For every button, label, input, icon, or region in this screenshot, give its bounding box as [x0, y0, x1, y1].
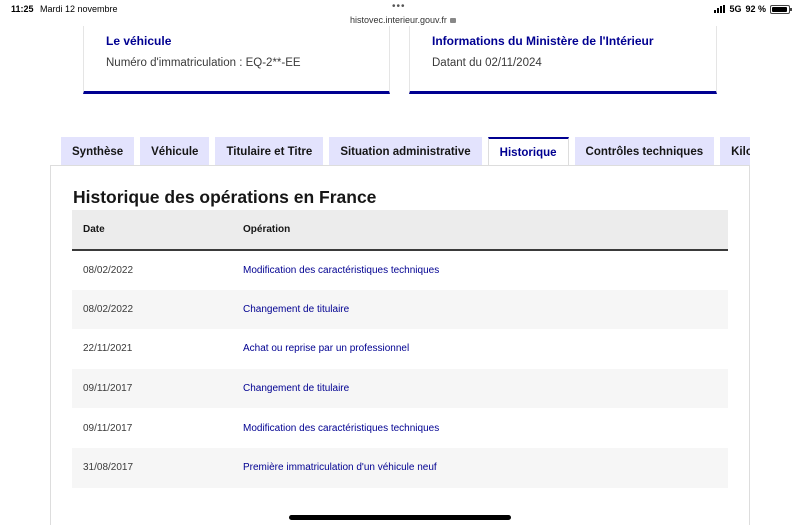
table-row: 08/02/2022 Changement de titulaire	[72, 289, 728, 330]
home-indicator[interactable]	[289, 515, 511, 520]
status-time: 11:25	[11, 4, 34, 14]
ministry-card-title: Informations du Ministère de l'Intérieur	[432, 34, 654, 48]
tab-situation-administrative[interactable]: Situation administrative	[329, 137, 482, 166]
table-row: 08/02/2022 Modification des caractéristi…	[72, 250, 728, 290]
table-row: 22/11/2021 Achat ou reprise par un profe…	[72, 329, 728, 369]
cellular-signal-icon	[714, 5, 726, 13]
history-table: Date Opération 08/02/2022 Modification d…	[72, 210, 728, 488]
row-operation: Changement de titulaire	[243, 383, 350, 395]
battery-icon	[770, 4, 792, 14]
row-operation: Changement de titulaire	[243, 303, 350, 315]
tab-synthese[interactable]: Synthèse	[61, 137, 135, 166]
table-row: 31/08/2017 Première immatriculation d'un…	[72, 447, 728, 488]
tab-vehicule[interactable]: Véhicule	[140, 137, 210, 166]
row-date: 31/08/2017	[83, 462, 134, 474]
tab-historique[interactable]: Historique	[487, 137, 569, 166]
ministry-card: Informations du Ministère de l'Intérieur…	[409, 26, 717, 94]
status-right: 5G 92 %	[714, 4, 792, 14]
network-type: 5G	[729, 4, 742, 14]
tab-controles-techniques[interactable]: Contrôles techniques	[574, 137, 715, 166]
row-date: 08/02/2022	[83, 264, 134, 276]
address-bar[interactable]: histovec.interieur.gouv.fr	[350, 15, 456, 25]
status-date: Mardi 12 novembre	[40, 4, 118, 14]
battery-percent: 92 %	[745, 4, 766, 14]
url-text: histovec.interieur.gouv.fr	[350, 15, 447, 25]
tab-titulaire-titre[interactable]: Titulaire et Titre	[215, 137, 324, 166]
lock-icon	[449, 18, 456, 24]
row-date: 08/02/2022	[83, 303, 134, 315]
vehicle-card: Le véhicule Numéro d'immatriculation : E…	[83, 26, 390, 94]
data-date: Datant du 02/11/2024	[432, 57, 542, 69]
table-row: 09/11/2017 Modification des caractéristi…	[72, 408, 728, 448]
row-operation: Première immatriculation d'un véhicule n…	[243, 462, 437, 474]
vehicle-card-title: Le véhicule	[106, 34, 172, 48]
table-row: 09/11/2017 Changement de titulaire	[72, 368, 728, 409]
row-operation: Achat ou reprise par un professionnel	[243, 343, 410, 355]
tab-list: Synthèse Véhicule Titulaire et Titre Sit…	[61, 137, 750, 166]
row-date: 22/11/2021	[83, 343, 133, 355]
column-header-operation: Opération	[243, 224, 291, 235]
row-operation: Modification des caractéristiques techni…	[243, 264, 440, 276]
registration-number: Numéro d'immatriculation : EQ-2**-EE	[106, 57, 301, 69]
more-dots-icon[interactable]: •••	[392, 1, 406, 12]
row-operation: Modification des caractéristiques techni…	[243, 422, 440, 434]
page-title: Historique des opérations en France	[73, 187, 377, 207]
row-date: 09/11/2017	[83, 422, 133, 434]
table-header-row: Date Opération	[72, 210, 728, 250]
column-header-date: Date	[83, 224, 105, 235]
row-date: 09/11/2017	[83, 383, 133, 395]
tab-kilometrage[interactable]: Kilométrage	[720, 137, 750, 166]
